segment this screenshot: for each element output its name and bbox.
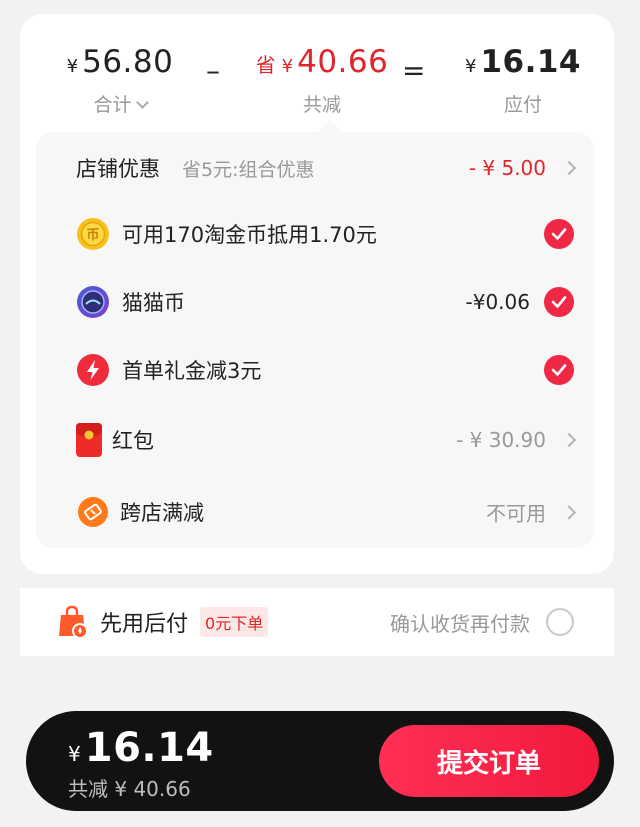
total-column[interactable]: ¥ 56.80 合计	[60, 44, 180, 117]
shop-discount-label: 店铺优惠	[76, 157, 160, 181]
pointer-arrow	[318, 120, 342, 132]
payable-column: ¥ 16.14 应付	[448, 44, 598, 117]
svg-text:币: 币	[86, 228, 99, 243]
lightning-icon	[76, 353, 110, 387]
red-packet-row[interactable]: 红包 - ¥ 30.90	[36, 410, 594, 470]
cat-coins-row[interactable]: 猫猫币 -¥0.06	[36, 272, 594, 332]
chevron-right-icon	[561, 504, 577, 520]
cross-store-value: 不可用	[486, 501, 546, 526]
save-word: 省	[255, 53, 276, 77]
checkout-bar: ¥ 16.14 共减 ¥ 40.66 提交订单	[26, 711, 614, 811]
currency-symbol: ¥	[281, 56, 294, 77]
pay-later-label: 先用后付	[100, 612, 189, 637]
coins-label: 可用170淘金币抵用1.70元	[122, 223, 377, 247]
cat-coins-label: 猫猫币	[122, 291, 185, 315]
shop-discount-row[interactable]: 店铺优惠 省5元:组合优惠 - ¥ 5.00	[36, 138, 594, 198]
total-label: 合计	[93, 94, 132, 116]
chevron-right-icon	[561, 160, 577, 176]
checkmark-icon[interactable]	[544, 287, 574, 317]
discount-details: 店铺优惠 省5元:组合优惠 - ¥ 5.00 币 可用170淘金币抵用1.70元	[36, 120, 594, 548]
equals-operator: =	[402, 54, 426, 87]
shop-discount-desc: 省5元:组合优惠	[182, 158, 315, 181]
pay-later-tag: 0元下单	[200, 607, 269, 637]
pay-later-row[interactable]: 先用后付 0元下单 确认收货再付款	[20, 588, 614, 656]
currency-symbol: ¥	[66, 56, 79, 77]
chevron-down-icon[interactable]	[135, 96, 149, 109]
pay-later-confirm-text: 确认收货再付款	[390, 611, 530, 636]
total-amount: 56.80	[82, 44, 174, 80]
footer-total: ¥ 16.14	[68, 725, 214, 771]
shopping-bag-icon	[56, 605, 90, 639]
currency-symbol: ¥	[68, 742, 81, 766]
first-order-row[interactable]: 首单礼金减3元	[36, 340, 594, 400]
checkmark-icon[interactable]	[544, 219, 574, 249]
footer-saved-text: 共减 ¥ 40.66	[68, 777, 191, 801]
shop-discount-value: - ¥ 5.00	[468, 156, 546, 180]
red-packet-label: 红包	[112, 429, 154, 453]
red-packet-value: - ¥ 30.90	[456, 428, 546, 452]
coins-row[interactable]: 币 可用170淘金币抵用1.70元	[36, 204, 594, 264]
gold-coin-icon: 币	[76, 217, 110, 251]
minus-operator: –	[206, 54, 220, 87]
cross-store-label: 跨店满减	[120, 501, 204, 525]
savings-label: 共减	[302, 94, 341, 116]
savings-amount: 40.66	[297, 44, 389, 80]
submit-order-button[interactable]: 提交订单	[379, 725, 599, 797]
red-packet-icon	[76, 423, 102, 457]
first-order-label: 首单礼金减3元	[122, 359, 262, 383]
cat-coin-icon	[76, 285, 110, 319]
footer-total-amount: 16.14	[84, 725, 214, 771]
pay-later-radio[interactable]	[546, 608, 574, 636]
cross-store-row[interactable]: 跨店满减 不可用	[36, 482, 594, 542]
savings-column: 省 ¥ 40.66 共减	[242, 44, 402, 117]
currency-symbol: ¥	[464, 56, 477, 77]
checkmark-icon[interactable]	[544, 355, 574, 385]
ticket-icon	[78, 497, 108, 527]
payable-label: 应付	[503, 94, 542, 116]
price-summary-card: ¥ 56.80 合计 – 省 ¥ 40.66 共减 = ¥ 16.14 应付 店…	[20, 14, 614, 574]
chevron-right-icon	[561, 432, 577, 448]
payable-amount: 16.14	[480, 44, 581, 80]
cat-coins-value: -¥0.06	[465, 290, 530, 314]
price-summary: ¥ 56.80 合计 – 省 ¥ 40.66 共减 = ¥ 16.14 应付	[20, 14, 614, 134]
